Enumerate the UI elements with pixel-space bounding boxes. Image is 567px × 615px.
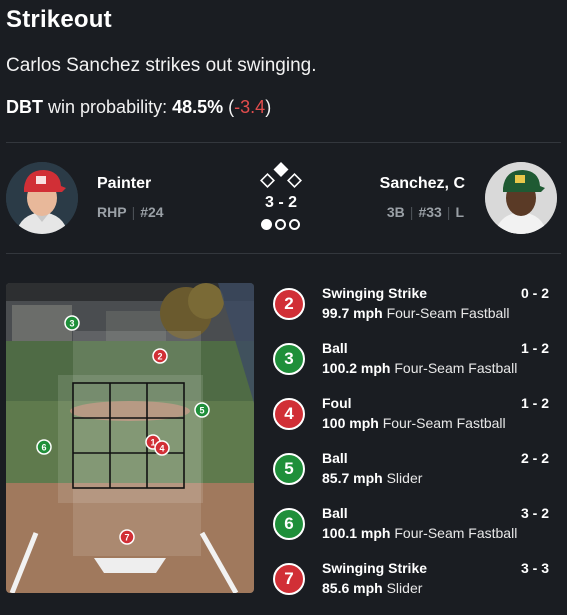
pitch-type: Slider: [386, 580, 423, 596]
pitch-count: 2 - 2: [520, 450, 549, 466]
pitch-number-badge: 4: [273, 398, 305, 430]
batter-avatar[interactable]: [485, 162, 557, 234]
pitch-speed: 85.7 mph: [322, 470, 383, 486]
pitch-number-badge: 2: [273, 288, 305, 320]
pitch-speed: 100.1 mph: [322, 525, 391, 541]
pitch-row[interactable]: 2 Swinging Strike 0 - 2 99.7 mph Four-Se…: [273, 283, 559, 338]
divider: [6, 142, 561, 143]
out-dot: [289, 219, 300, 230]
batter-meta: 3B | #33 | L: [387, 204, 464, 220]
strike-zone-view: 3256147: [6, 283, 254, 593]
pitch-count: 3 - 2: [520, 505, 549, 521]
batter-number: #33: [418, 204, 442, 220]
out-dot: [261, 219, 272, 230]
zone-pitch-number: 4: [159, 444, 164, 454]
divider: [6, 253, 561, 254]
pitcher-meta: RHP | #24: [97, 204, 164, 220]
pitch-type: Four-Seam Fastball: [394, 360, 518, 376]
play-title: Strikeout: [6, 6, 112, 33]
pitcher-number: #24: [140, 204, 164, 220]
pitch-row[interactable]: 3 Ball 1 - 2 100.2 mph Four-Seam Fastbal…: [273, 338, 559, 393]
pitch-number-badge: 7: [273, 563, 305, 595]
pitch-desc: 85.7 mph Slider: [322, 470, 422, 486]
zone-pitch-number: 7: [124, 533, 129, 543]
separator: |: [446, 204, 451, 220]
pitch-desc: 100.1 mph Four-Seam Fastball: [322, 525, 517, 541]
pitch-speed: 99.7 mph: [322, 305, 383, 321]
pitcher-position: RHP: [97, 204, 127, 220]
pitch-row[interactable]: 4 Foul 1 - 2 100 mph Four-Seam Fastball: [273, 393, 559, 448]
pitch-desc: 100.2 mph Four-Seam Fastball: [322, 360, 517, 376]
pitch-type: Four-Seam Fastball: [394, 525, 518, 541]
zone-pitch-marker[interactable]: 6: [36, 439, 52, 455]
pitch-result: Ball: [322, 450, 348, 466]
batter-name[interactable]: Sanchez, C: [380, 175, 465, 193]
win-probability: DBT win probability: 48.5% (-3.4): [6, 97, 271, 118]
play-description: Carlos Sanchez strikes out swinging.: [6, 55, 317, 76]
pitch-speed: 100 mph: [322, 415, 379, 431]
pitch-result: Swinging Strike: [322, 285, 428, 301]
zone-pitch-marker[interactable]: 5: [194, 402, 210, 418]
pitch-number-badge: 3: [273, 343, 305, 375]
pitch-desc: 85.6 mph Slider: [322, 580, 422, 596]
pitch-speed: 85.6 mph: [322, 580, 383, 596]
pitch-type: Four-Seam Fastball: [382, 415, 506, 431]
outs-indicator: [261, 219, 300, 230]
zone-pitch-marker[interactable]: 4: [154, 440, 170, 456]
win-prob-label: win probability:: [48, 97, 168, 117]
win-prob-delta-close: ): [265, 97, 272, 117]
win-prob-delta: -3.4: [234, 97, 266, 117]
zone-pitch-number: 2: [157, 352, 162, 362]
batter-bats: L: [455, 204, 464, 220]
count: 3 - 2: [264, 194, 297, 211]
zone-pitch-marker[interactable]: 7: [119, 529, 135, 545]
pitch-count: 1 - 2: [520, 395, 549, 411]
zone-pitch-marker[interactable]: 3: [64, 315, 80, 331]
pitch-result: Ball: [322, 505, 348, 521]
pitch-row[interactable]: 7 Swinging Strike 3 - 3 85.6 mph Slider: [273, 558, 559, 613]
first-base-icon: [287, 173, 302, 188]
pitch-row[interactable]: 6 Ball 3 - 2 100.1 mph Four-Seam Fastbal…: [273, 503, 559, 558]
pitch-list: 2 Swinging Strike 0 - 2 99.7 mph Four-Se…: [273, 283, 559, 613]
batter-position: 3B: [386, 204, 405, 220]
pitcher-avatar[interactable]: [6, 162, 78, 234]
separator: |: [131, 204, 136, 220]
pitch-count: 3 - 3: [520, 560, 549, 576]
pitch-result: Foul: [322, 395, 352, 411]
pitcher-name[interactable]: Painter: [97, 175, 151, 193]
win-prob-value: 48.5%: [172, 97, 224, 117]
pitch-type: Four-Seam Fastball: [386, 305, 510, 321]
separator: |: [409, 204, 414, 220]
zone-pitch-marker[interactable]: 2: [152, 348, 168, 364]
pitch-desc: 99.7 mph Four-Seam Fastball: [322, 305, 510, 321]
pitch-number-badge: 6: [273, 508, 305, 540]
zone-pitch-number: 5: [199, 406, 204, 416]
pitch-desc: 100 mph Four-Seam Fastball: [322, 415, 506, 431]
third-base-icon: [260, 173, 275, 188]
pitch-row[interactable]: 5 Ball 2 - 2 85.7 mph Slider: [273, 448, 559, 503]
win-prob-team: DBT: [6, 97, 43, 117]
pitch-number-badge: 5: [273, 453, 305, 485]
pitch-type: Slider: [386, 470, 423, 486]
pitch-count: 1 - 2: [520, 340, 549, 356]
pitch-result: Swinging Strike: [322, 560, 428, 576]
zone-pitch-number: 3: [69, 319, 74, 329]
second-base-icon: [273, 162, 289, 177]
pitch-speed: 100.2 mph: [322, 360, 391, 376]
zone-pitch-number: 6: [41, 443, 46, 453]
out-dot: [275, 219, 286, 230]
pitch-result: Ball: [322, 340, 348, 356]
pitch-count: 0 - 2: [520, 285, 549, 301]
bases-diamond-icon: [260, 162, 302, 188]
